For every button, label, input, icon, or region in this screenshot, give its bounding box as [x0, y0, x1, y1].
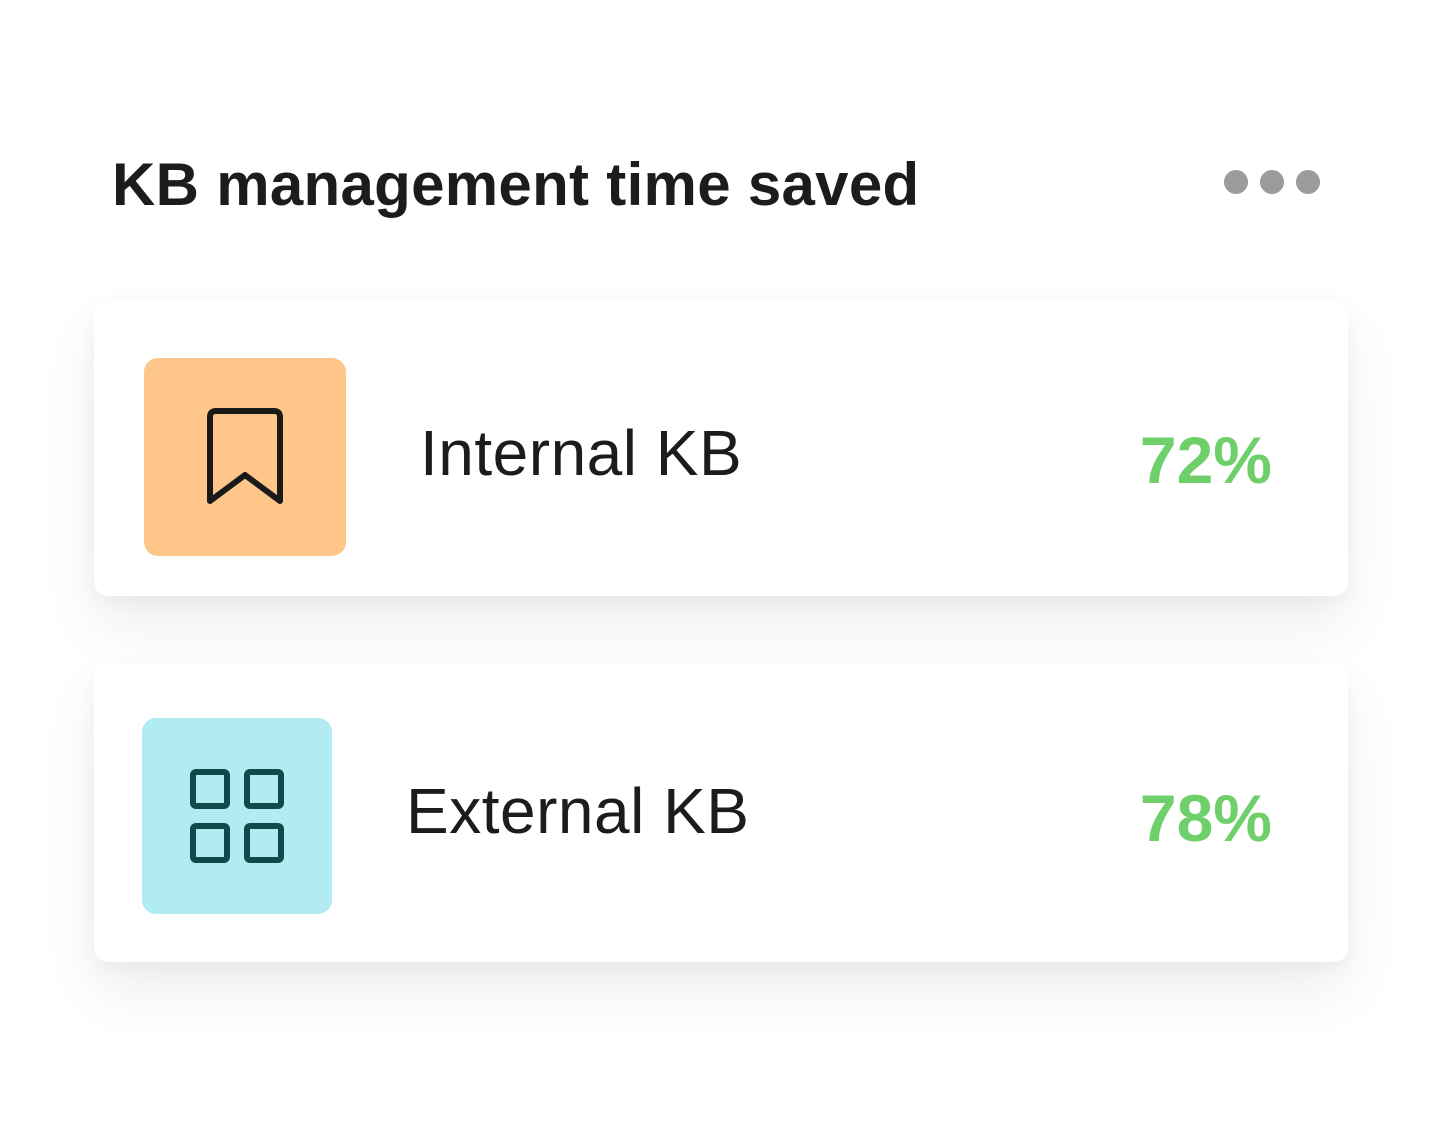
more-horizontal-icon: [1224, 170, 1248, 194]
kb-label: External KB: [406, 775, 750, 847]
grid-icon: [190, 769, 284, 863]
internal-kb-icon-tile: [144, 358, 346, 556]
more-options-button[interactable]: [1216, 162, 1328, 202]
kb-time-saved-value: 78%: [1139, 781, 1272, 855]
bookmark-icon: [207, 408, 283, 504]
more-horizontal-icon-dot: [1296, 170, 1320, 194]
more-horizontal-icon-dot: [1260, 170, 1284, 194]
kb-card-internal[interactable]: Internal KB 72%: [94, 300, 1348, 596]
kb-time-saved-value: 72%: [1139, 423, 1272, 497]
kb-card-external[interactable]: External KB 78%: [94, 664, 1348, 962]
widget-title: KB management time saved: [112, 151, 920, 218]
kb-time-saved-widget: KB management time saved Internal KB 72%…: [0, 0, 1436, 1132]
kb-label: Internal KB: [420, 417, 743, 489]
external-kb-icon-tile: [142, 718, 332, 914]
